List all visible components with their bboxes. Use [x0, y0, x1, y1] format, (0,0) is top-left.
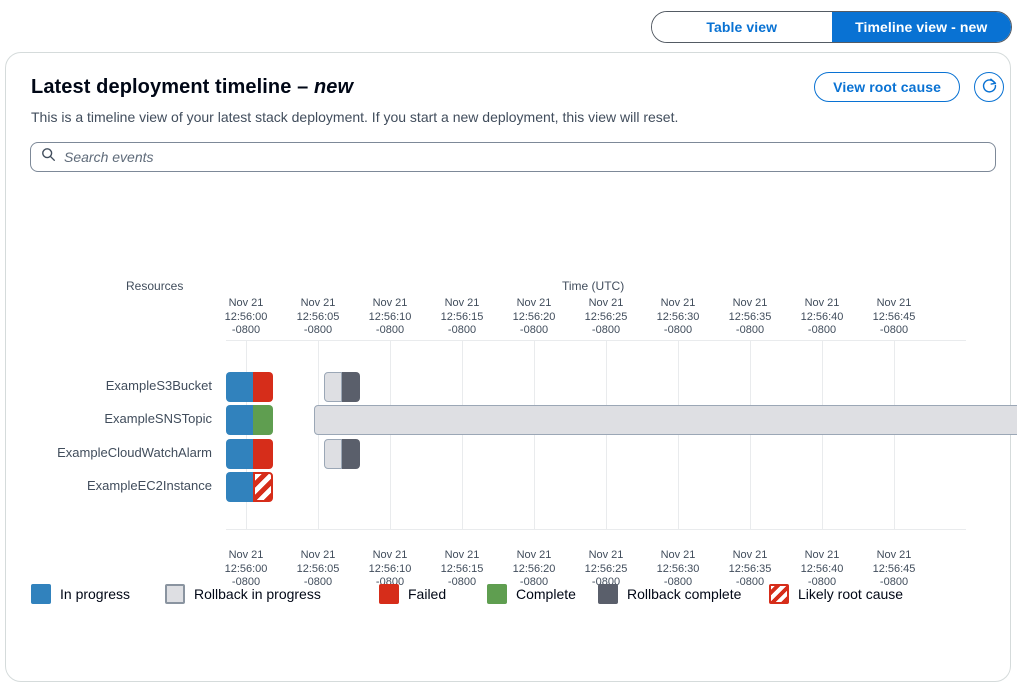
legend-swatch [31, 584, 51, 604]
timeline-bar-segment[interactable] [226, 372, 253, 402]
page-description: This is a timeline view of your latest s… [31, 107, 986, 127]
timeline-bar-segment[interactable] [253, 439, 273, 469]
search-bar[interactable] [30, 142, 996, 172]
refresh-button[interactable] [974, 72, 1004, 102]
legend-label: Complete [516, 586, 576, 602]
legend-item[interactable]: In progress [31, 584, 130, 604]
legend-item[interactable]: Rollback in progress [165, 584, 321, 604]
x-axis-ticks-top: Nov 2112:56:00-0800Nov 2112:56:05-0800No… [6, 297, 1012, 339]
page-title-main: Latest deployment timeline – [31, 76, 314, 98]
gridline [750, 341, 751, 529]
legend-item[interactable]: Rollback complete [598, 584, 741, 604]
gridline [318, 341, 319, 529]
timeline-bar-segment[interactable] [226, 405, 253, 435]
legend-label: Rollback complete [627, 586, 741, 602]
refresh-icon [981, 77, 998, 97]
legend-item[interactable]: Likely root cause [769, 584, 903, 604]
legend-item[interactable]: Complete [487, 584, 576, 604]
gridline [462, 341, 463, 529]
legend-swatch [487, 584, 507, 604]
gridline [822, 341, 823, 529]
timeline-bar-segment[interactable] [324, 439, 342, 469]
gridline [894, 341, 895, 529]
legend-label: Likely root cause [798, 586, 903, 602]
resource-label: ExampleSNSTopic [6, 411, 212, 427]
header-actions: View root cause [814, 72, 1004, 102]
legend-label: Rollback in progress [194, 586, 321, 602]
axis-title-resources: Resources [126, 279, 183, 293]
legend-label: Failed [408, 586, 446, 602]
search-icon [41, 147, 56, 167]
timeline-bar-segment[interactable] [253, 372, 273, 402]
legend-swatch [379, 584, 399, 604]
legend-swatch [165, 584, 185, 604]
view-root-cause-button[interactable]: View root cause [814, 72, 960, 102]
timeline-bar-segment[interactable] [226, 472, 253, 502]
search-input[interactable] [64, 144, 995, 170]
view-switch-group: Table view Timeline view - new [651, 11, 1012, 43]
legend-swatch [769, 584, 789, 604]
timeline-bar-segment[interactable] [226, 439, 253, 469]
gridline [678, 341, 679, 529]
legend-item[interactable]: Failed [379, 584, 446, 604]
deployment-timeline-chart: Resources Time (UTC) Nov 2112:56:00-0800… [6, 203, 1012, 603]
gridline [390, 341, 391, 529]
legend-swatch [598, 584, 618, 604]
x-tick-label: Nov 2112:56:45-0800 [851, 297, 937, 338]
timeline-card: Latest deployment timeline – new This is… [5, 52, 1011, 682]
view-switcher: Table view Timeline view - new [651, 11, 1012, 43]
timeline-plot-area [226, 340, 966, 530]
tab-table-view[interactable]: Table view [652, 12, 832, 42]
resource-label: ExampleEC2Instance [6, 478, 212, 494]
page-title-new: new [314, 76, 353, 98]
axis-title-time: Time (UTC) [562, 279, 624, 293]
timeline-bar-segment[interactable] [342, 372, 360, 402]
gridline [606, 341, 607, 529]
timeline-bar-segment[interactable] [253, 405, 273, 435]
legend-label: In progress [60, 586, 130, 602]
tab-timeline-view[interactable]: Timeline view - new [832, 12, 1012, 42]
timeline-bar-segment[interactable] [324, 372, 342, 402]
resource-label: ExampleCloudWatchAlarm [6, 445, 212, 461]
resource-label: ExampleS3Bucket [6, 378, 212, 394]
timeline-bar-segment[interactable] [314, 405, 1017, 435]
gridline [534, 341, 535, 529]
timeline-bar-segment[interactable] [342, 439, 360, 469]
timeline-bar-segment[interactable] [253, 472, 273, 502]
